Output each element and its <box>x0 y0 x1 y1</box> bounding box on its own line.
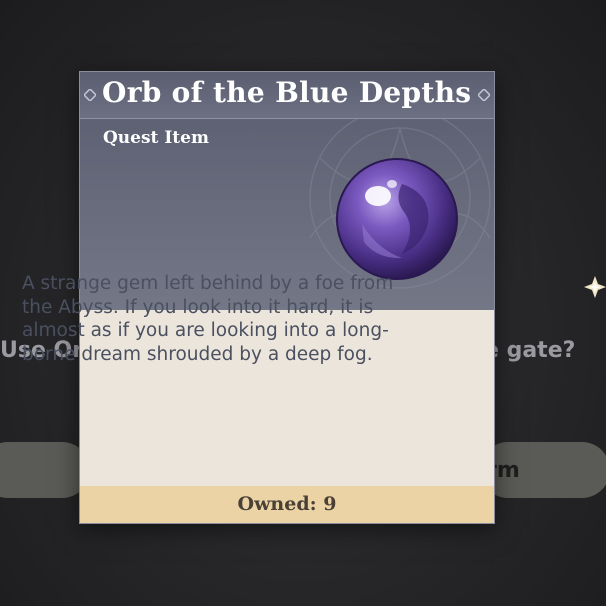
item-title-bar: Orb of the Blue Depths <box>80 72 494 119</box>
item-title: Orb of the Blue Depths <box>102 76 472 109</box>
sparkle-icon <box>584 276 606 298</box>
item-type: Quest Item <box>103 128 209 148</box>
purple-orb-icon <box>336 158 458 280</box>
background-cancel-button[interactable] <box>0 442 90 498</box>
owned-count: Owned: 9 <box>237 493 337 515</box>
title-diamond-icon <box>84 89 96 101</box>
title-diamond-icon <box>478 89 490 101</box>
background-prompt-right: e gate? <box>484 338 576 363</box>
item-description: A strange gem left behind by a foe from … <box>22 273 394 365</box>
owned-bar: Owned: 9 <box>80 486 494 523</box>
